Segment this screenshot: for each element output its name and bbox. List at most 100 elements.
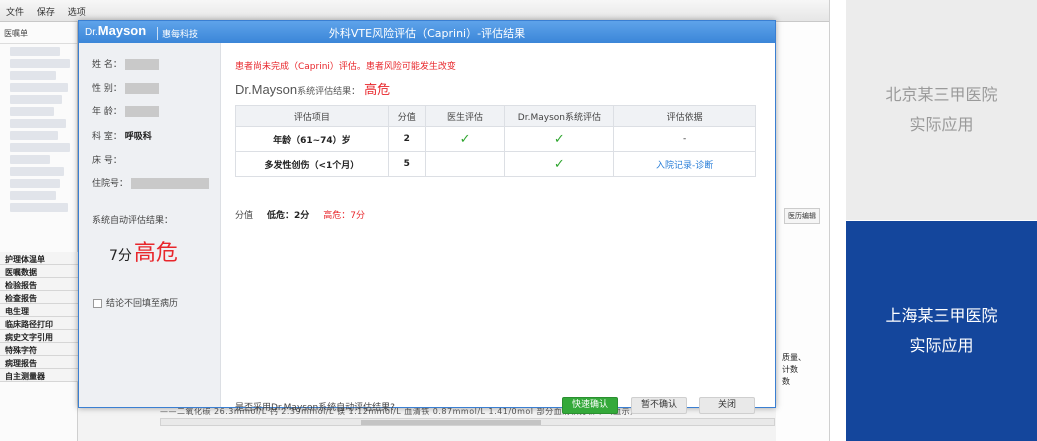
dialog-title: 外科VTE风险评估（Caprini）-评估结果 <box>328 27 526 40</box>
bg-right-text-line: 计数 <box>782 365 798 374</box>
auto-risk-level: 高危 <box>133 241 178 266</box>
patient-admission-row: 住院号： <box>92 176 209 189</box>
patient-admission-label: 住院号： <box>92 179 129 189</box>
bg-tree-label: 医嘱单 <box>0 22 77 44</box>
bg-tree-node[interactable] <box>10 167 64 176</box>
quick-confirm-button[interactable]: 快速确认 <box>562 397 618 414</box>
patient-bed-row: 床 号： <box>92 153 122 166</box>
no-backfill-checkbox-row[interactable]: 结论不回填至病历 <box>93 296 178 309</box>
cell-doctor: ✓ <box>424 126 506 152</box>
cell-score: 5 <box>387 151 426 177</box>
bg-tree-node[interactable] <box>10 155 50 164</box>
check-icon: ✓ <box>553 131 565 147</box>
bg-side-item[interactable]: 医嘱数据 <box>0 265 78 278</box>
result-brand: Dr.Mayson <box>235 82 298 97</box>
col-header-system: Dr.Mayson系统评估 <box>504 105 615 127</box>
bg-tree-node[interactable] <box>10 131 58 140</box>
patient-name-row: 姓 名： <box>92 57 159 70</box>
check-icon: ✓ <box>459 131 471 147</box>
auto-result-score: 7分高危 <box>109 235 178 267</box>
bg-menu-save[interactable]: 保存 <box>37 8 55 18</box>
shanghai-panel-line1: 上海某三甲医院 <box>885 306 998 325</box>
bg-tree-node[interactable] <box>10 83 68 92</box>
col-header-score: 分值 <box>387 105 426 127</box>
shanghai-hospital-panel[interactable]: 上海某三甲医院 实际应用 <box>846 221 1037 441</box>
bg-right-pane: 医历编辑 质量、 计数 数 <box>776 22 829 441</box>
patient-age-row: 年 龄： <box>92 104 159 117</box>
assessment-table: 评估项目 分值 医生评估 Dr.Mayson系统评估 评估依据 年龄（61~74… <box>235 105 756 177</box>
col-header-item: 评估项目 <box>235 105 389 127</box>
no-backfill-label: 结论不回填至病历 <box>106 299 179 309</box>
legend-high-risk: 高危：7分 <box>323 211 366 221</box>
bg-side-list: 护理体温单 医嘱数据 检验报告 检查报告 电生理 临床路径打印 病史文字引用 特… <box>0 252 78 382</box>
adopt-question: 是否采用Dr.Mayson系统自动评估结果? <box>235 403 395 413</box>
col-header-doctor: 医生评估 <box>424 105 506 127</box>
bg-tree-node[interactable] <box>10 203 68 212</box>
bg-tree-node[interactable] <box>10 143 70 152</box>
patient-dept-value: 呼吸科 <box>124 132 152 142</box>
cell-system: ✓ <box>504 126 615 152</box>
bg-side-item[interactable]: 病理报告 <box>0 356 78 369</box>
bg-side-item[interactable]: 自主测量器 <box>0 369 78 382</box>
bg-tree-node[interactable] <box>10 107 54 116</box>
patient-info-panel: 姓 名： 性 别： 年 龄： 科 室： 呼吸科 床 号： 住院号： 系统自动评估… <box>79 43 221 407</box>
auto-score-value: 7分 <box>109 248 132 264</box>
patient-age-redacted <box>124 106 159 117</box>
patient-dept-label: 科 室： <box>92 132 122 142</box>
bg-right-text-line: 质量、 <box>782 353 806 362</box>
bg-record-tree: 医嘱单 护理体温单 医嘱数据 检验报告 检查报告 电生理 临床路径打印 病史文字… <box>0 22 78 441</box>
patient-name-redacted <box>124 59 159 70</box>
table-header-row: 评估项目 分值 医生评估 Dr.Mayson系统评估 评估依据 <box>235 105 756 127</box>
close-button[interactable]: 关闭 <box>699 397 755 414</box>
bg-side-item[interactable]: 电生理 <box>0 304 78 317</box>
confirm-later-button[interactable]: 暂不确认 <box>631 397 687 414</box>
patient-sex-row: 性 别： <box>92 81 159 94</box>
cell-score: 2 <box>387 126 426 152</box>
bg-menu-options[interactable]: 选项 <box>68 8 86 18</box>
beijing-hospital-panel[interactable]: 北京某三甲医院 实际应用 <box>846 0 1037 220</box>
no-backfill-checkbox[interactable] <box>93 299 102 308</box>
basis-link[interactable]: 入院记录-诊断 <box>656 161 713 171</box>
patient-admission-redacted <box>130 178 209 189</box>
bg-tree-node[interactable] <box>10 47 60 56</box>
result-label: 系统评估结果： <box>297 87 361 97</box>
bg-tree-node[interactable] <box>10 59 70 68</box>
bg-tree-node[interactable] <box>10 191 56 200</box>
bg-horizontal-scrollbar[interactable] <box>160 418 775 426</box>
bg-tree-node[interactable] <box>10 95 62 104</box>
system-result-line: Dr.Mayson系统评估结果： 高危 <box>235 79 390 98</box>
bg-scrollbar-thumb[interactable] <box>361 420 541 425</box>
patient-name-label: 姓 名： <box>92 60 122 70</box>
legend-label: 分值 <box>235 211 254 221</box>
incomplete-warning: 患者尚未完成（Caprini）评估。患者风险可能发生改变 <box>235 62 456 72</box>
assessment-result-panel: 患者尚未完成（Caprini）评估。患者风险可能发生改变 Dr.Mayson系统… <box>221 43 775 414</box>
bg-tree-node[interactable] <box>10 119 66 128</box>
bg-tree-node[interactable] <box>10 71 56 80</box>
bg-side-item[interactable]: 检查报告 <box>0 291 78 304</box>
cell-system: ✓ <box>504 151 615 177</box>
bg-menu-file[interactable]: 文件 <box>6 8 24 18</box>
bg-side-item[interactable]: 病史文字引用 <box>0 330 78 343</box>
bg-side-item[interactable]: 检验报告 <box>0 278 78 291</box>
bg-side-item[interactable]: 护理体温单 <box>0 252 78 265</box>
table-row: 年龄（61~74）岁 2 ✓ ✓ - <box>235 126 756 152</box>
dialog-titlebar[interactable]: Dr.Mayson 惠每科技 外科VTE风险评估（Caprini）-评估结果 <box>79 21 775 43</box>
table-row: 多发性创伤（<1个月） 5 ✓ 入院记录-诊断 <box>235 151 756 177</box>
bg-edit-record-button[interactable]: 医历编辑 <box>784 208 820 224</box>
result-risk-level: 高危 <box>364 83 391 98</box>
beijing-panel-line2: 实际应用 <box>909 115 974 134</box>
bg-right-text: 质量、 计数 数 <box>782 352 806 388</box>
cell-basis: - <box>613 126 756 152</box>
vte-assessment-dialog: Dr.Mayson 惠每科技 外科VTE风险评估（Caprini）-评估结果 姓… <box>78 20 776 414</box>
bg-tree-node[interactable] <box>10 179 60 188</box>
cell-item: 年龄（61~74）岁 <box>235 126 389 152</box>
cell-doctor <box>424 151 506 177</box>
patient-dept-row: 科 室： 呼吸科 <box>92 129 152 142</box>
patient-bed-label: 床 号： <box>92 156 122 166</box>
bg-side-item[interactable]: 临床路径打印 <box>0 317 78 330</box>
bg-side-item[interactable]: 特殊字符 <box>0 343 78 356</box>
auto-result-label: 系统自动评估结果： <box>92 216 174 226</box>
cell-basis: 入院记录-诊断 <box>613 151 756 177</box>
patient-sex-label: 性 别： <box>92 84 122 94</box>
shanghai-panel-line2: 实际应用 <box>909 336 974 355</box>
